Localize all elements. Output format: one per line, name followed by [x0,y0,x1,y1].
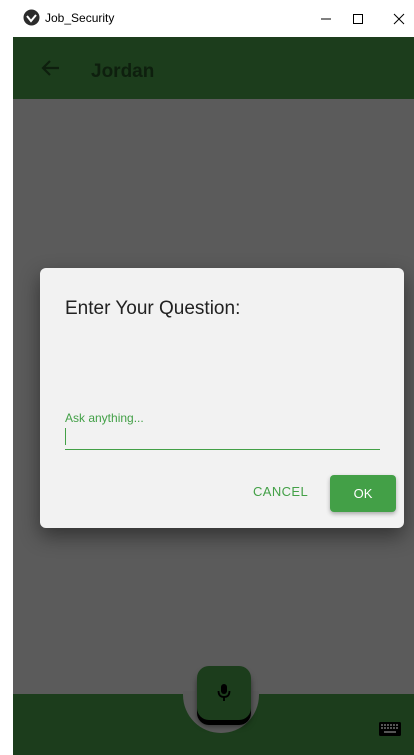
question-input[interactable] [65,449,380,450]
close-button[interactable] [376,0,414,37]
cancel-button[interactable]: CANCEL [253,484,308,499]
text-cursor [65,428,66,445]
arrow-left-icon[interactable] [39,57,61,79]
dialog-title: Enter Your Question: [65,298,241,319]
page-title: Jordan [91,61,155,82]
app-window: Job_Security Jordan Enter Your Question:… [13,0,414,755]
question-dialog: Enter Your Question: Ask anything... CAN… [40,268,404,528]
maximize-icon [353,13,363,24]
close-icon [393,13,405,24]
maximize-button[interactable] [335,0,381,37]
question-input-label: Ask anything... [65,411,144,425]
keyboard-icon[interactable] [379,722,401,736]
app-logo-icon [23,9,40,26]
window-titlebar: Job_Security [13,0,414,37]
window-title: Job_Security [45,11,115,25]
bottom-app-bar [13,666,414,755]
microphone-button[interactable] [197,666,251,720]
app-bar: Jordan [13,37,414,99]
ok-button[interactable]: OK [330,475,396,512]
microphone-icon [217,684,231,701]
minimize-icon [321,18,331,19]
